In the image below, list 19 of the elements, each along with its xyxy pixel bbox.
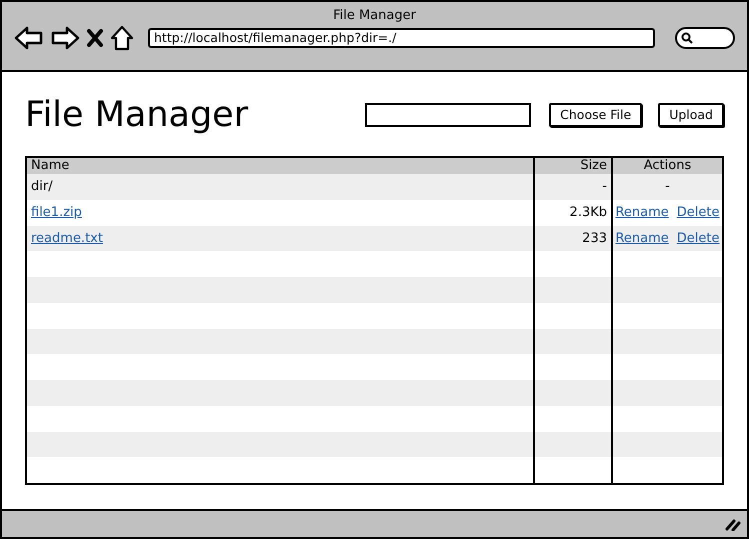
- action-link[interactable]: Delete: [676, 228, 720, 248]
- column-header: Size: [580, 159, 607, 173]
- no-actions-text: -: [665, 178, 670, 196]
- folder-name: dir/: [31, 179, 53, 194]
- choose-file-button[interactable]: Choose File: [549, 103, 642, 127]
- address-bar[interactable]: http://localhost/filemanager.php?dir=./: [148, 28, 655, 48]
- action-link[interactable]: Rename: [615, 228, 669, 248]
- upload-button[interactable]: Upload: [658, 103, 724, 127]
- window-title: File Manager: [333, 8, 416, 23]
- column-header: Name: [31, 158, 70, 174]
- file-size: -: [602, 178, 607, 196]
- file-link[interactable]: readme.txt: [31, 230, 103, 246]
- column-header: Actions: [644, 159, 692, 173]
- file-size: 233: [582, 230, 607, 248]
- action-link[interactable]: Rename: [615, 202, 669, 222]
- file-size: 2.3Kb: [570, 204, 607, 222]
- file-link[interactable]: file1.zip: [31, 204, 82, 220]
- action-link[interactable]: Delete: [676, 202, 720, 222]
- page-heading: File Manager: [25, 95, 248, 135]
